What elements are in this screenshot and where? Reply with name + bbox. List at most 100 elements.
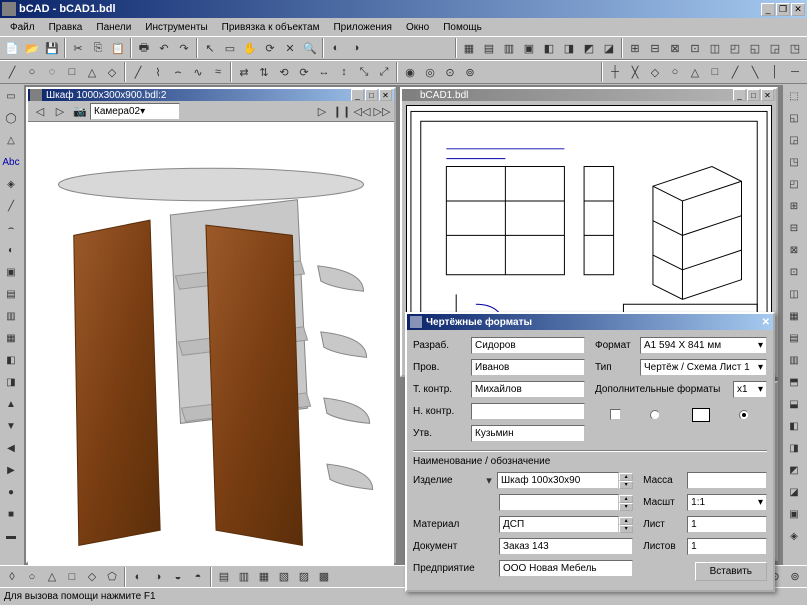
utv-input[interactable]: Кузьмин <box>471 425 585 442</box>
btool-icon[interactable]: ⊚ <box>785 567 805 587</box>
save-icon[interactable]: 💾 <box>42 38 62 58</box>
rtool-icon[interactable]: ▣ <box>784 504 804 524</box>
razrab-input[interactable]: Сидоров <box>471 337 585 354</box>
predpr-input[interactable]: ООО Новая Мебель <box>499 560 633 577</box>
spinner-down[interactable]: ▾ <box>619 525 633 533</box>
snap-icon[interactable]: ─ <box>785 62 805 82</box>
btool-icon[interactable]: ▨ <box>294 567 314 587</box>
material-input[interactable]: ДСП <box>499 516 619 533</box>
rtool-icon[interactable]: ⊟ <box>784 218 804 238</box>
view-icon[interactable]: ◱ <box>745 38 765 58</box>
vtool-icon[interactable]: △ <box>1 130 21 150</box>
spinner-up[interactable]: ▴ <box>619 473 633 481</box>
format-select[interactable]: А1 594 Х 841 мм▾ <box>640 337 767 354</box>
line-icon[interactable]: ╱ <box>128 62 148 82</box>
rtool-icon[interactable]: ▦ <box>784 306 804 326</box>
doc-close-icon[interactable]: ✕ <box>379 89 392 101</box>
vtool-icon[interactable]: ▦ <box>1 328 21 348</box>
btool-icon[interactable]: ○ <box>22 567 42 587</box>
rtool-icon[interactable]: ◲ <box>784 130 804 150</box>
polyline-icon[interactable]: ⌇ <box>148 62 168 82</box>
vtool-icon[interactable]: ◨ <box>1 372 21 392</box>
btool-icon[interactable]: ⬠ <box>102 567 122 587</box>
rtool-icon[interactable]: ⊠ <box>784 240 804 260</box>
rtool-icon[interactable]: ⊡ <box>784 262 804 282</box>
orientation-radio-2[interactable] <box>739 410 749 420</box>
vtool-icon[interactable]: ● <box>1 482 21 502</box>
view-icon[interactable]: ◲ <box>765 38 785 58</box>
view-icon[interactable]: ▤ <box>479 38 499 58</box>
mod-icon[interactable]: ⤢ <box>374 62 394 82</box>
view-icon[interactable]: ◩ <box>579 38 599 58</box>
camera-icon[interactable]: 📷 <box>70 101 90 121</box>
extra-formats-select[interactable]: x1▾ <box>733 381 767 398</box>
mod-icon[interactable]: ↔ <box>314 62 334 82</box>
spinner-up[interactable]: ▴ <box>619 517 633 525</box>
minimize-button[interactable]: _ <box>761 3 775 16</box>
spinner-down[interactable]: ▾ <box>619 503 633 511</box>
btool-icon[interactable]: ▤ <box>214 567 234 587</box>
copy-icon[interactable]: ⎘ <box>88 38 108 58</box>
draw-icon[interactable]: ◇ <box>102 62 122 82</box>
doc-titlebar-2d[interactable]: bCAD1.bdl _ □ ✕ <box>402 89 776 101</box>
rtool-icon[interactable]: ◪ <box>784 482 804 502</box>
snap-icon[interactable]: │ <box>765 62 785 82</box>
play-icon[interactable]: ▷ <box>312 101 332 121</box>
vtool-icon[interactable]: ▤ <box>1 284 21 304</box>
zoom-icon[interactable]: 🔍 <box>300 38 320 58</box>
vtool-icon[interactable]: ▭ <box>1 86 21 106</box>
rtool-icon[interactable]: ◰ <box>784 174 804 194</box>
snap-icon[interactable]: ◉ <box>400 62 420 82</box>
rtool-icon[interactable]: ⬒ <box>784 372 804 392</box>
rtool-icon[interactable]: ◨ <box>784 438 804 458</box>
vtool-icon[interactable]: ╱ <box>1 196 21 216</box>
vtool-icon[interactable]: ◧ <box>1 350 21 370</box>
open-icon[interactable]: 📂 <box>22 38 42 58</box>
snap-icon[interactable]: △ <box>685 62 705 82</box>
mod-icon[interactable]: ⤡ <box>354 62 374 82</box>
text-icon[interactable]: Abc <box>1 152 21 172</box>
undo-icon[interactable]: ↶ <box>154 38 174 58</box>
draw-icon[interactable]: △ <box>82 62 102 82</box>
fwd-icon[interactable]: ▷▷ <box>372 101 392 121</box>
vtool-icon[interactable]: ▥ <box>1 306 21 326</box>
menu-edit[interactable]: Правка <box>43 21 89 34</box>
btool-icon[interactable]: ◊ <box>2 567 22 587</box>
view-icon[interactable]: ▥ <box>499 38 519 58</box>
draw-icon[interactable]: ○ <box>22 62 42 82</box>
snap-icon[interactable]: ┼ <box>605 62 625 82</box>
view-icon[interactable]: ⊡ <box>685 38 705 58</box>
view-icon[interactable]: ◫ <box>705 38 725 58</box>
vtool-icon[interactable]: ▶ <box>1 460 21 480</box>
dialog-titlebar[interactable]: Чертёжные форматы ✕ <box>407 314 773 330</box>
menu-panels[interactable]: Панели <box>90 21 137 34</box>
document-input[interactable]: Заказ 143 <box>499 538 633 555</box>
snap-icon[interactable]: ⊚ <box>460 62 480 82</box>
nkontr-input[interactable] <box>471 403 585 420</box>
menu-window[interactable]: Окно <box>400 21 435 34</box>
mod-icon[interactable]: ↕ <box>334 62 354 82</box>
menu-tools[interactable]: Инструменты <box>139 21 213 34</box>
btool-icon[interactable]: ◇ <box>82 567 102 587</box>
rtool-icon[interactable]: ◱ <box>784 108 804 128</box>
nav-next-icon[interactable]: ▷ <box>50 101 70 121</box>
curve-icon[interactable]: ∿ <box>188 62 208 82</box>
mod-icon[interactable]: ⟲ <box>274 62 294 82</box>
view-icon[interactable]: ⊞ <box>625 38 645 58</box>
btool-icon[interactable]: ◓ <box>188 567 208 587</box>
redo-icon[interactable]: ↷ <box>174 38 194 58</box>
massa-input[interactable] <box>687 472 767 489</box>
rtool-icon[interactable]: ◩ <box>784 460 804 480</box>
vtool-icon[interactable]: ◀ <box>1 438 21 458</box>
cut-icon[interactable]: ✂ <box>68 38 88 58</box>
btool-icon[interactable]: ◑ <box>148 567 168 587</box>
arc-icon[interactable]: ⌢ <box>168 62 188 82</box>
view-icon[interactable]: ▦ <box>459 38 479 58</box>
btool-icon[interactable]: ◐ <box>128 567 148 587</box>
doc-max-icon[interactable]: □ <box>365 89 378 101</box>
rtool-icon[interactable]: ▤ <box>784 328 804 348</box>
vtool-icon[interactable]: ◈ <box>1 174 21 194</box>
tool-icon[interactable]: ◑ <box>346 38 366 58</box>
snap-icon[interactable]: ○ <box>665 62 685 82</box>
listov-input[interactable]: 1 <box>687 538 767 555</box>
